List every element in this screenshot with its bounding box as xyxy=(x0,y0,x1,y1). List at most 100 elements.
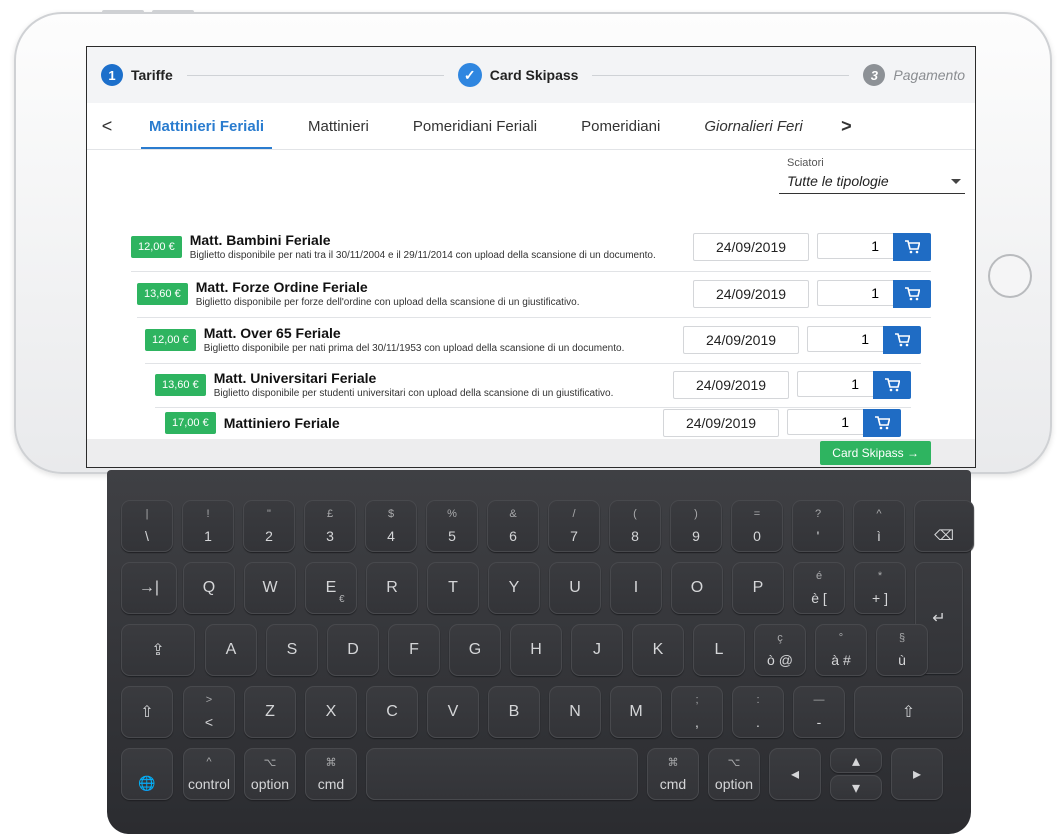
key-capslock[interactable]: ⇪ xyxy=(121,624,195,676)
key-o[interactable]: O xyxy=(671,562,723,614)
key-h[interactable]: H xyxy=(510,624,562,676)
key-legend: option xyxy=(250,776,290,792)
key-agrave[interactable]: ° à # xyxy=(815,624,867,676)
key-3[interactable]: £3 xyxy=(304,500,356,552)
key-x[interactable]: X xyxy=(305,686,357,738)
add-to-cart-button[interactable] xyxy=(893,233,931,261)
key-ugrave[interactable]: § ù xyxy=(876,624,928,676)
key-legend: ⇧ xyxy=(901,704,916,721)
tab-mattinieri[interactable]: Mattinieri xyxy=(286,103,391,149)
date-field[interactable]: 24/09/2019 xyxy=(693,280,809,308)
tab-mattinieri-feriali[interactable]: Mattinieri Feriali xyxy=(127,103,286,149)
key-less-than[interactable]: > < xyxy=(183,686,235,738)
key-4[interactable]: $4 xyxy=(365,500,417,552)
key-f[interactable]: F xyxy=(388,624,440,676)
key-plus[interactable]: * + ] xyxy=(854,562,906,614)
key-q[interactable]: Q xyxy=(183,562,235,614)
tab-giornalieri-feriali[interactable]: Giornalieri Feri xyxy=(682,103,826,149)
date-field[interactable]: 24/09/2019 xyxy=(683,326,799,354)
key-g[interactable]: G xyxy=(449,624,501,676)
key-symbol[interactable]: | \ xyxy=(121,500,173,552)
key-b[interactable]: B xyxy=(488,686,540,738)
quantity-input[interactable]: 1 xyxy=(817,233,893,259)
key-colon[interactable]: :. xyxy=(732,686,784,738)
key-arrow-down[interactable]: ▾ xyxy=(830,775,882,800)
key-e[interactable]: E € xyxy=(305,562,357,614)
add-to-cart-button[interactable] xyxy=(883,326,921,354)
key-2[interactable]: " 2 xyxy=(243,500,295,552)
date-field[interactable]: 24/09/2019 xyxy=(693,233,809,261)
key-arrow-right[interactable]: ▸ xyxy=(891,748,943,800)
skier-type-select[interactable]: Tutte le tipologie xyxy=(779,169,965,194)
add-to-cart-button[interactable] xyxy=(893,280,931,308)
key-j[interactable]: J xyxy=(571,624,623,676)
step-tariffe[interactable]: 1 Tariffe xyxy=(101,64,173,86)
key-control[interactable]: ^ control xyxy=(183,748,235,800)
key-legend: 7 xyxy=(570,528,578,544)
date-field[interactable]: 24/09/2019 xyxy=(673,371,789,399)
key-symbol[interactable]: ⌫ xyxy=(914,500,974,552)
key-legend: ^ xyxy=(876,508,882,520)
quantity-input[interactable]: 1 xyxy=(817,280,893,306)
key-8[interactable]: (8 xyxy=(609,500,661,552)
key-option[interactable]: ⌥ option xyxy=(708,748,760,800)
key-u[interactable]: U xyxy=(549,562,601,614)
key-1[interactable]: ! 1 xyxy=(182,500,234,552)
quantity-input[interactable]: 1 xyxy=(797,371,873,397)
key-0[interactable]: = 0 xyxy=(731,500,783,552)
quantity-input[interactable]: 1 xyxy=(787,409,863,435)
key-shift-left[interactable]: ⇧ xyxy=(121,686,173,738)
key-tab[interactable]: →| xyxy=(121,562,177,614)
ipad-device: 1 Tariffe ✓ Card Skipass 3 Pagamento < M… xyxy=(14,10,1052,474)
date-field[interactable]: 24/09/2019 xyxy=(663,409,779,437)
key-s[interactable]: S xyxy=(266,624,318,676)
chevron-right-icon[interactable]: > xyxy=(826,116,866,137)
key-cmd[interactable]: ⌘ cmd xyxy=(305,748,357,800)
key-cmd[interactable]: ⌘ cmd xyxy=(647,748,699,800)
chevron-left-icon[interactable]: < xyxy=(87,116,127,137)
key-t[interactable]: T xyxy=(427,562,479,614)
key-ograve[interactable]: ç ò @ xyxy=(754,624,806,676)
key-i[interactable]: I xyxy=(610,562,662,614)
key-legend: ⌘ xyxy=(325,757,337,769)
key-option[interactable]: ⌥ option xyxy=(244,748,296,800)
key-globe[interactable]: 🌐 xyxy=(121,748,173,800)
key-legend: cmd xyxy=(659,776,687,792)
key-9[interactable]: ) 9 xyxy=(670,500,722,552)
key-a[interactable]: A xyxy=(205,624,257,676)
card-skipass-button[interactable]: Card Skipass → xyxy=(820,441,931,465)
tab-pomeridiani-feriali[interactable]: Pomeridiani Feriali xyxy=(391,103,559,149)
key-v[interactable]: V xyxy=(427,686,479,738)
key-shift-right[interactable]: ⇧ xyxy=(854,686,963,738)
key-c[interactable]: C xyxy=(366,686,418,738)
key-r[interactable]: R xyxy=(366,562,418,614)
tab-pomeridiani[interactable]: Pomeridiani xyxy=(559,103,682,149)
key-y[interactable]: Y xyxy=(488,562,540,614)
key-5[interactable]: % 5 xyxy=(426,500,478,552)
key-p[interactable]: P xyxy=(732,562,784,614)
step-card-skipass[interactable]: ✓ Card Skipass xyxy=(457,63,578,87)
key-semicolon[interactable]: ;, xyxy=(671,686,723,738)
key-7[interactable]: /7 xyxy=(548,500,600,552)
key-symbol[interactable]: ^ ì xyxy=(853,500,905,552)
step-pagamento[interactable]: 3 Pagamento xyxy=(863,64,965,86)
key-6[interactable]: & 6 xyxy=(487,500,539,552)
key-n[interactable]: N xyxy=(549,686,601,738)
key-arrow-left[interactable]: ◂ xyxy=(769,748,821,800)
home-button[interactable] xyxy=(988,254,1032,298)
key-z[interactable]: Z xyxy=(244,686,296,738)
key-arrow-up[interactable]: ▴ xyxy=(830,748,882,773)
key-dash[interactable]: — - xyxy=(793,686,845,738)
key-symbol[interactable]: ? ' xyxy=(792,500,844,552)
key-w[interactable]: W xyxy=(244,562,296,614)
key-space[interactable] xyxy=(366,748,638,800)
add-to-cart-button[interactable] xyxy=(873,371,911,399)
add-to-cart-button[interactable] xyxy=(863,409,901,437)
key-l[interactable]: L xyxy=(693,624,745,676)
app-screen: 1 Tariffe ✓ Card Skipass 3 Pagamento < M… xyxy=(86,46,976,468)
key-egrave[interactable]: é è [ xyxy=(793,562,845,614)
quantity-input[interactable]: 1 xyxy=(807,326,883,352)
key-d[interactable]: D xyxy=(327,624,379,676)
key-k[interactable]: K xyxy=(632,624,684,676)
key-m[interactable]: M xyxy=(610,686,662,738)
